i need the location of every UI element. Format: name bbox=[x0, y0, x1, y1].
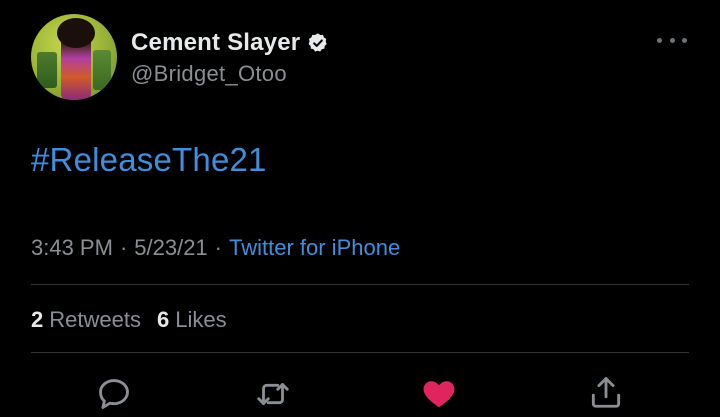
meta-separator: · bbox=[214, 235, 222, 260]
author-name-row[interactable]: Cement Slayer bbox=[131, 29, 329, 57]
more-dot bbox=[682, 37, 687, 43]
tweet-stats: 2 Retweets 6 Likes bbox=[31, 307, 227, 333]
verified-badge-icon bbox=[308, 33, 328, 52]
author-display-name[interactable]: Cement Slayer bbox=[131, 29, 300, 57]
meta-separator: · bbox=[119, 235, 128, 260]
tweet-date[interactable]: 5/23/21 bbox=[134, 235, 207, 261]
divider bbox=[31, 352, 689, 353]
likes-label[interactable]: Likes bbox=[175, 307, 226, 333]
avatar-figure-hair bbox=[57, 18, 95, 48]
divider bbox=[31, 284, 689, 285]
likes-count[interactable]: 6 bbox=[157, 307, 169, 333]
avatar[interactable] bbox=[31, 14, 117, 100]
retweets-label[interactable]: Retweets bbox=[49, 307, 141, 333]
more-options-icon[interactable] bbox=[657, 32, 687, 48]
reply-icon[interactable] bbox=[95, 375, 133, 413]
author-handle[interactable]: @Bridget_Otoo bbox=[131, 61, 287, 87]
avatar-decoration bbox=[93, 50, 111, 90]
avatar-decoration bbox=[37, 52, 57, 88]
share-icon[interactable] bbox=[587, 373, 625, 411]
more-dot bbox=[669, 37, 675, 43]
tweet-source-link[interactable]: Twitter for iPhone bbox=[229, 235, 400, 261]
tweet-hashtag[interactable]: #ReleaseThe21 bbox=[31, 141, 267, 179]
tweet-meta: 3:43 PM · 5/23/21 · Twitter for iPhone bbox=[31, 235, 400, 261]
heart-icon[interactable] bbox=[420, 374, 458, 412]
more-dot bbox=[657, 37, 662, 43]
retweets-count[interactable]: 2 bbox=[31, 307, 43, 333]
retweet-icon[interactable] bbox=[254, 375, 292, 413]
tweet-actions-bar bbox=[0, 372, 720, 417]
tweet-time[interactable]: 3:43 PM bbox=[31, 235, 113, 261]
